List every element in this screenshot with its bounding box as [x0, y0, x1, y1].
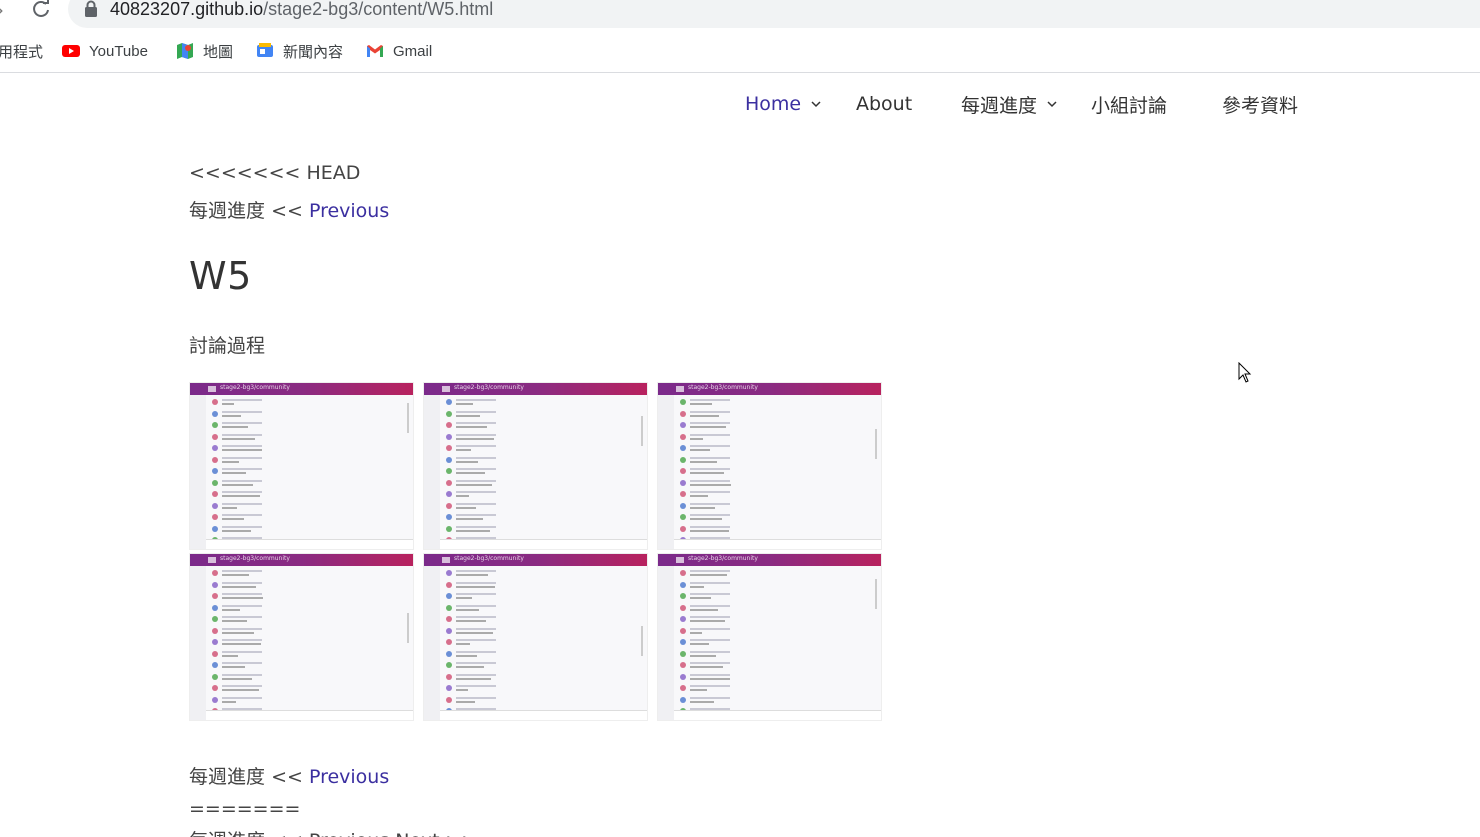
bookmark-label: Gmail	[393, 42, 433, 60]
merge-separator: =======	[189, 798, 301, 820]
youtube-icon	[62, 45, 80, 57]
url-host: 40823207.github.io	[110, 0, 264, 19]
thumbnail-scrollbar	[641, 626, 643, 656]
thumbnail-sidebar	[424, 395, 440, 549]
thumbnail-header: stage2-bg3/community	[190, 383, 413, 395]
forward-arrow-icon[interactable]: ›	[0, 0, 4, 20]
nav-weekly[interactable]: 每週進度	[961, 88, 1057, 120]
bottom-breadcrumb: 每週進度 << Previous	[189, 762, 389, 789]
screenshot-gallery: stage2-bg3/community stage2-bg3/community…	[189, 382, 883, 722]
nav-home-label: Home	[745, 93, 802, 115]
thumbnail-sidebar	[658, 566, 674, 720]
thumbnail-scrollbar	[875, 579, 877, 609]
thumbnail-header: stage2-bg3/community	[424, 383, 647, 395]
mouse-cursor-icon	[1238, 362, 1252, 383]
thumbnail-input-bar	[206, 710, 413, 720]
thumbnail-input-bar	[440, 710, 647, 720]
browser-toolbar: › 40823207.github.io/stage2-bg3/content/…	[0, 0, 1480, 30]
thumbnail-title: stage2-bg3/community	[688, 555, 758, 562]
page-title: W5	[189, 254, 252, 298]
news-icon	[257, 43, 273, 57]
thumbnail-input-bar	[206, 539, 413, 549]
thumbnail-input-bar	[674, 539, 881, 549]
nav-about-label: About	[856, 93, 913, 115]
chat-screenshot-thumbnail[interactable]: stage2-bg3/community	[657, 553, 882, 721]
thumbnail-sidebar	[190, 395, 206, 549]
thumbnail-title: stage2-bg3/community	[688, 384, 758, 391]
bottom-breadcrumb-sep: <<	[271, 766, 303, 788]
maps-icon	[177, 43, 193, 59]
breadcrumb-sep: <<	[271, 200, 303, 222]
bookmark-maps[interactable]: 地圖	[176, 40, 233, 62]
thumbnail-title: stage2-bg3/community	[220, 384, 290, 391]
breadcrumb-label: 每週進度	[189, 200, 266, 222]
breadcrumb: 每週進度 << Previous	[189, 196, 389, 223]
thumbnail-title: stage2-bg3/community	[454, 384, 524, 391]
bookmarks-bar: 用程式 YouTube 地圖 新聞內容 Gmail	[0, 36, 1480, 66]
thumbnail-scrollbar	[641, 416, 643, 446]
thumbnail-header: stage2-bg3/community	[424, 554, 647, 566]
nav-home[interactable]: Home	[745, 88, 821, 120]
chat-screenshot-thumbnail[interactable]: stage2-bg3/community	[657, 382, 882, 550]
previous-link[interactable]: Previous	[309, 200, 389, 222]
thumbnail-input-bar	[674, 710, 881, 720]
thumbnail-sidebar	[424, 566, 440, 720]
chevron-down-icon	[1047, 101, 1057, 108]
bookmark-label: 用程式	[0, 43, 44, 61]
bottom-breadcrumb-label: 每週進度	[189, 766, 266, 788]
chat-screenshot-thumbnail[interactable]: stage2-bg3/community	[189, 553, 414, 721]
chrome-divider	[0, 72, 1480, 73]
thumbnail-header: stage2-bg3/community	[658, 383, 881, 395]
url-path: /stage2-bg3/content/W5.html	[263, 0, 494, 19]
gmail-icon	[367, 45, 383, 57]
thumbnail-sidebar	[658, 395, 674, 549]
thumbnail-scrollbar	[875, 429, 877, 459]
thumbnail-scrollbar	[407, 403, 409, 433]
chat-screenshot-thumbnail[interactable]: stage2-bg3/community	[423, 382, 648, 550]
chevron-down-icon	[811, 101, 821, 108]
thumbnail-scrollbar	[407, 613, 409, 643]
bookmark-label: YouTube	[89, 42, 148, 60]
cut-off-nav-line: 每週進度 << Previous Next >>	[189, 826, 477, 837]
thumbnail-input-bar	[440, 539, 647, 549]
chat-screenshot-thumbnail[interactable]: stage2-bg3/community	[189, 382, 414, 550]
section-heading: 討論過程	[189, 335, 266, 357]
url-text[interactable]: 40823207.github.io/stage2-bg3/content/W5…	[110, 0, 493, 20]
reload-icon[interactable]	[30, 0, 52, 20]
merge-head-marker: <<<<<<< HEAD	[189, 162, 361, 184]
nav-about[interactable]: About	[856, 88, 912, 120]
bottom-previous-link[interactable]: Previous	[309, 766, 389, 788]
thumbnail-header: stage2-bg3/community	[658, 554, 881, 566]
site-nav: Home About 每週進度 小組討論 參考資料	[0, 88, 1480, 124]
bookmark-gmail[interactable]: Gmail	[366, 40, 432, 62]
nav-weekly-label: 每週進度	[961, 94, 1038, 117]
chat-screenshot-thumbnail[interactable]: stage2-bg3/community	[423, 553, 648, 721]
nav-group-label: 小組討論	[1091, 94, 1168, 117]
nav-refs[interactable]: 參考資料	[1222, 88, 1298, 120]
thumbnail-title: stage2-bg3/community	[220, 555, 290, 562]
thumbnail-title: stage2-bg3/community	[454, 555, 524, 562]
bookmark-label: 新聞內容	[283, 43, 344, 61]
bookmark-label: 地圖	[203, 43, 234, 61]
thumbnail-header: stage2-bg3/community	[190, 554, 413, 566]
nav-refs-label: 參考資料	[1222, 94, 1299, 117]
bookmark-news[interactable]: 新聞內容	[256, 40, 343, 62]
thumbnail-sidebar	[190, 566, 206, 720]
bookmark-apps[interactable]: 用程式	[0, 40, 43, 62]
lock-icon[interactable]	[84, 0, 98, 18]
nav-group[interactable]: 小組討論	[1091, 88, 1167, 120]
bookmark-youtube[interactable]: YouTube	[62, 40, 148, 62]
